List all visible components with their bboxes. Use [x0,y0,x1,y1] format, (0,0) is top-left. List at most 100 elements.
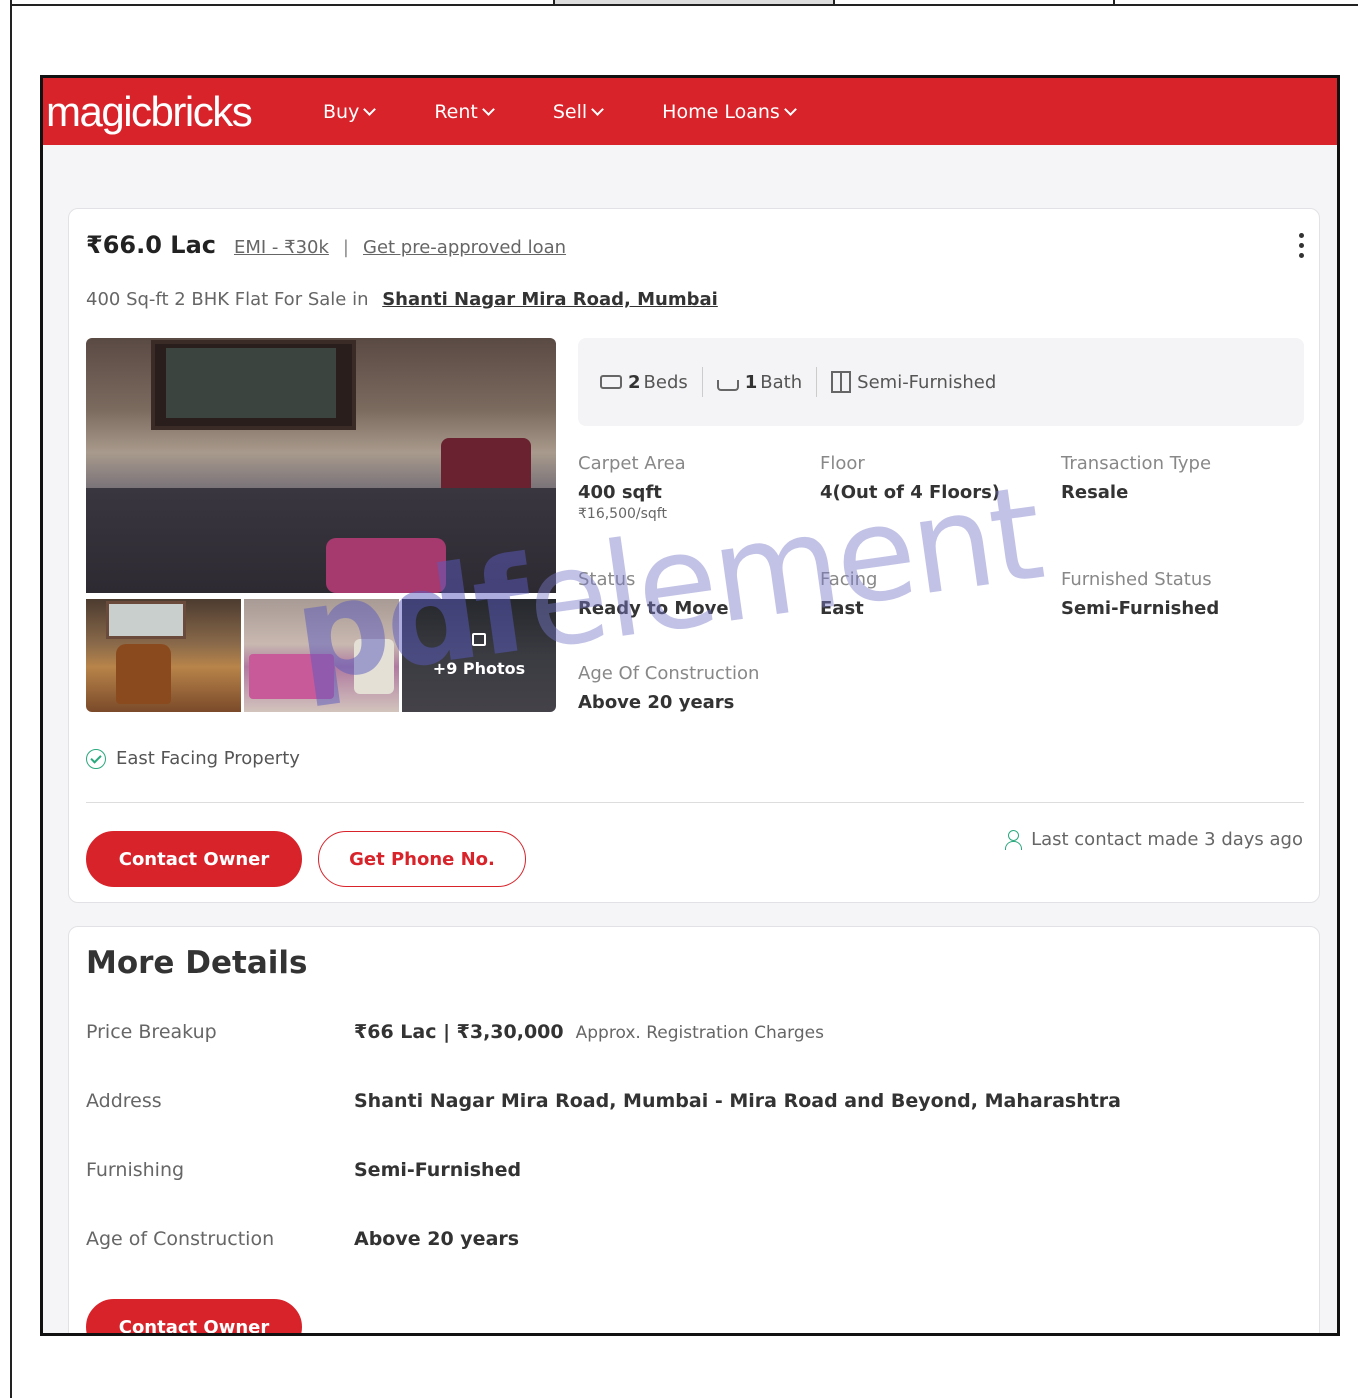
property-summary-bar: 2 Beds 1 Bath Semi-Furnished [578,338,1304,426]
photo-thumbnail[interactable] [244,599,399,712]
detail-label: Transaction Type [1061,453,1212,474]
contact-owner-button[interactable]: Contact Owner [86,831,302,887]
check-circle-icon [86,748,106,769]
location-link[interactable]: Shanti Nagar Mira Road, Mumbai [382,289,718,310]
site-logo[interactable]: magicbricks [46,88,308,136]
nav-item-sell[interactable]: Sell [552,100,605,123]
chevron-down-icon [591,102,605,116]
detail-row-furnishing: Furnishing Semi-Furnished [86,1159,1286,1181]
more-photos-label: +9 Photos [432,659,526,678]
photo-bed [249,654,334,699]
row-value: Semi-Furnished [354,1159,522,1181]
feature-label: East Facing Property [116,748,300,769]
photo-desk [86,488,556,593]
detail-label: Age Of Construction [578,663,760,684]
photo-window-pane [166,348,336,418]
table-divider [1113,0,1115,6]
screenshot-frame: magicbricks Buy Rent Sell Home Loans ₹66… [40,75,1340,1336]
image-icon [472,633,486,646]
furnishing-summary: Semi-Furnished [816,367,1010,397]
last-contact-text: Last contact made 3 days ago [1031,829,1303,850]
detail-label: Furnished Status [1061,569,1212,590]
chevron-down-icon [783,102,797,116]
bathtub-icon [716,379,739,391]
floor-detail: Floor 4(Out of 4 Floors) [820,453,1000,503]
listing-description: 400 Sq-ft 2 BHK Flat For Sale in [86,289,369,310]
emi-link[interactable]: EMI - ₹30k [234,237,329,258]
price-row: ₹66.0 Lac EMI - ₹30k | Get pre-approved … [86,231,566,259]
row-label: Furnishing [86,1159,185,1181]
last-contact-info: Last contact made 3 days ago [1005,829,1303,850]
contact-owner-button[interactable]: Contact Owner [86,1299,302,1333]
detail-subvalue: ₹16,500/sqft [578,506,667,522]
transaction-type-detail: Transaction Type Resale [1061,453,1211,503]
feature-tag: East Facing Property [86,748,300,769]
row-value: Shanti Nagar Mira Road, Mumbai - Mira Ro… [354,1090,1121,1112]
more-photos-thumbnail[interactable]: +9 Photos [402,599,556,712]
detail-row-address: Address Shanti Nagar Mira Road, Mumbai -… [86,1090,1286,1112]
pre-approved-loan-link[interactable]: Get pre-approved loan [363,237,566,258]
listing-subtitle: 400 Sq-ft 2 BHK Flat For Sale in Shanti … [86,289,718,310]
beds-label: Beds [643,371,688,393]
row-label: Address [86,1090,162,1112]
table-cell-shaded [555,0,835,4]
facing-detail: Facing East [820,569,877,619]
photo-cushion [326,538,446,593]
detail-row-age-of-construction: Age of Construction Above 20 years [86,1228,1286,1250]
row-note: Approx. Registration Charges [575,1023,824,1043]
nav-item-buy[interactable]: Buy [323,100,377,123]
chevron-down-icon [481,102,495,116]
nav-item-label: Sell [552,100,588,123]
nav-item-label: Home Loans [662,100,780,123]
photo-overlay [402,599,556,712]
listing-card: ₹66.0 Lac EMI - ₹30k | Get pre-approved … [68,208,1320,903]
row-label: Price Breakup [86,1021,217,1043]
table-divider [553,0,555,6]
carpet-area-detail: Carpet Area 400 sqft ₹16,500/sqft [578,453,686,522]
detail-value: Above 20 years [578,692,735,713]
row-value: Above 20 years [354,1228,520,1250]
table-divider [833,0,835,6]
separator: | [342,237,349,258]
document-table-row [10,0,1358,6]
detail-label: Facing [820,569,878,590]
section-title: More Details [86,945,308,981]
nav-item-home-loans[interactable]: Home Loans [662,100,797,123]
detail-label: Carpet Area [578,453,686,474]
row-label: Age of Construction [86,1228,275,1250]
nav-item-label: Rent [434,100,478,123]
detail-label: Floor [820,453,865,474]
photo-chair [354,639,394,694]
bed-icon [600,375,622,389]
bath-count: 1 [744,371,758,393]
furnishing-label: Semi-Furnished [857,371,997,393]
row-value: ₹66 Lac | ₹3,30,000 [354,1021,564,1043]
top-navbar: magicbricks Buy Rent Sell Home Loans [43,78,1337,145]
more-options-icon[interactable] [1299,233,1305,263]
person-icon [1005,829,1023,850]
detail-value[interactable]: 400 sqft [578,482,686,503]
wardrobe-icon [831,371,852,393]
photo-window [106,601,186,639]
detail-value: Resale [1061,482,1129,503]
photo-thumbnail[interactable] [86,599,241,712]
furnished-status-detail: Furnished Status Semi-Furnished [1061,569,1219,619]
main-property-photo[interactable] [86,338,556,593]
detail-value: Ready to Move [578,598,729,619]
photo-chair [116,644,171,704]
bath-summary: 1 Bath [701,367,816,397]
chevron-down-icon [363,102,377,116]
detail-value: East [820,598,864,619]
beds-summary: 2 Beds [586,367,702,397]
get-phone-button[interactable]: Get Phone No. [318,831,526,887]
detail-row-price-breakup: Price Breakup ₹66 Lac | ₹3,30,000 Approx… [86,1021,1286,1043]
age-of-construction-detail: Age Of Construction Above 20 years [578,663,759,713]
more-details-card: More Details Price Breakup ₹66 Lac | ₹3,… [68,926,1320,1333]
nav-menu: Buy Rent Sell Home Loans [323,101,855,123]
nav-item-rent[interactable]: Rent [434,100,495,123]
nav-item-label: Buy [323,100,360,123]
detail-value: Semi-Furnished [1061,598,1220,619]
listing-price: ₹66.0 Lac [86,231,216,259]
detail-label: Status [578,569,636,590]
bath-label: Bath [760,371,803,393]
